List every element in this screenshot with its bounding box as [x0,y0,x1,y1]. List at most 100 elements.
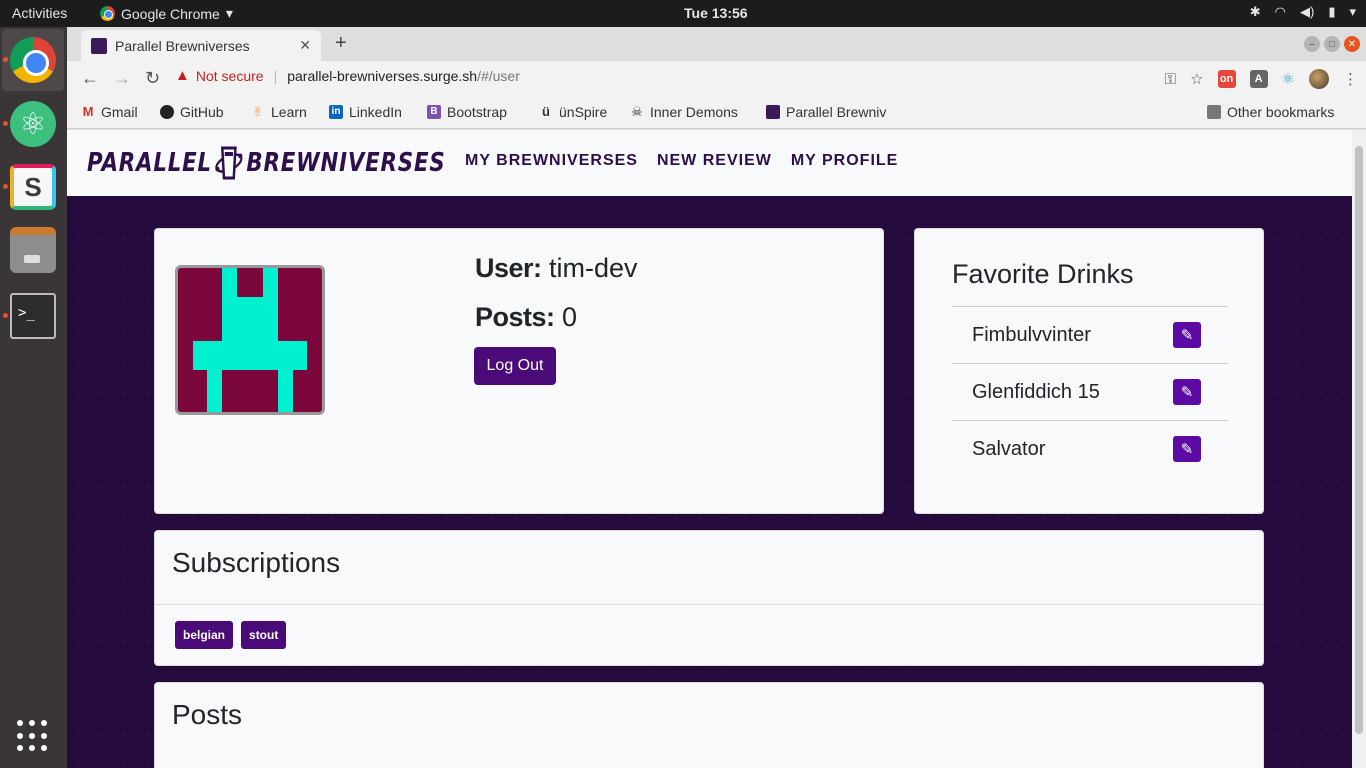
page-viewport: PARALLEL BREWNIVERSES MY BREWNIVERSES NE… [67,130,1352,768]
reload-icon[interactable]: ↻ [145,68,160,89]
gmail-icon: M [82,104,94,119]
logo-text-left: PARALLEL [87,148,212,178]
edit-icon[interactable]: ✎ [1173,322,1201,348]
terminal-app-icon[interactable]: >_ [10,293,56,339]
beer-glass-icon [215,144,243,182]
system-tray[interactable]: ✱ ◠ ◀) ▮ ▾ [1250,4,1356,20]
maximize-button[interactable]: □ [1324,36,1340,52]
list-item: Fimbulvvinter ✎ [952,306,1228,363]
running-indicator [3,57,8,62]
favorites-title: Favorite Drinks [952,259,1134,289]
browser-toolbar: ← → ↻ ▲ Not secure | parallel-brewnivers… [67,61,1366,97]
bookmark-label: ünSpire [559,104,608,120]
running-indicator [3,313,8,318]
bookmark-label: Learn [271,104,307,120]
tag-badge[interactable]: belgian [175,621,234,649]
list-item: Salvator ✎ [952,420,1228,477]
new-tab-button[interactable]: + [335,32,347,55]
key-icon[interactable]: ⚿ [1165,71,1176,88]
drink-name: Fimbulvvinter [972,323,1091,346]
running-indicator [3,184,8,189]
posts-count: 0 [562,302,578,332]
site-favicon-icon [91,37,107,54]
site-nav-links: MY BREWNIVERSES NEW REVIEW MY PROFILE [465,152,898,170]
site-logo[interactable]: PARALLEL BREWNIVERSES [87,144,446,182]
drink-name: Salvator [972,437,1046,460]
bookmark-label: Parallel Brewniv [786,104,887,120]
bookmark-learn[interactable]: ✌ Learn [251,104,307,120]
unspire-icon: ü [542,104,550,119]
extension-icon[interactable]: A [1249,70,1268,88]
user-card: User: tim-dev Posts: 0 Log Out [154,228,884,514]
site-favicon-icon [766,105,780,119]
edit-icon[interactable]: ✎ [1173,379,1201,405]
window-controls: – □ ✕ [1304,36,1360,52]
tag-badge[interactable]: stout [241,621,287,649]
page-scrollbar[interactable] [1352,130,1366,768]
url-path: /#/user [477,67,520,84]
tab-title: Parallel Brewniverses [115,37,250,54]
bookmark-unspire[interactable]: ü ünSpire [539,104,607,120]
bookmark-parallel-brewniverses[interactable]: Parallel Brewniv [766,104,901,120]
bookmark-label: Inner Demons [650,104,738,120]
nav-my-brewniverses[interactable]: MY BREWNIVERSES [465,152,638,170]
show-apps-icon[interactable] [10,713,56,759]
minimize-button[interactable]: – [1304,36,1320,52]
extension-puzzle-icon[interactable]: ✱ [1250,4,1261,20]
other-bookmarks[interactable]: Other bookmarks [1207,104,1334,120]
dock: ⚛ S >_ [0,27,67,768]
list-item: Glenfiddich 15 ✎ [952,363,1228,420]
scrollbar-thumb[interactable] [1355,146,1363,734]
forward-icon[interactable]: → [113,68,131,89]
edit-icon[interactable]: ✎ [1173,436,1201,462]
bookmark-label: Gmail [101,104,138,120]
battery-icon: ▮ [1328,4,1336,19]
bookmark-github[interactable]: GitHub [160,104,224,120]
clock[interactable]: Tue 13:56 [684,5,748,21]
browser-window: Parallel Brewniverses ✕ + – □ ✕ ← → ↻ ▲ … [67,27,1366,768]
tab-strip: Parallel Brewniverses ✕ + – □ ✕ [67,27,1366,61]
atom-app-icon[interactable]: ⚛ [10,101,56,147]
posts-title: Posts [172,699,243,730]
browser-tab[interactable]: Parallel Brewniverses ✕ [81,30,321,61]
favorite-drinks-card: Favorite Drinks Fimbulvvinter ✎ Glenfidd… [914,228,1264,514]
chevron-down-icon: ▾ [1349,4,1356,19]
logout-button[interactable]: Log Out [474,347,556,385]
bookmark-bootstrap[interactable]: B Bootstrap [427,104,507,120]
nav-my-profile[interactable]: MY PROFILE [791,152,899,170]
folder-icon [1207,105,1221,119]
star-icon[interactable]: ☆ [1190,70,1203,88]
chrome-icon [100,6,115,21]
address-bar[interactable]: ▲ Not secure | parallel-brewniverses.sur… [175,67,520,84]
app-menu[interactable]: Google Chrome ▾ [100,5,233,22]
files-app-icon[interactable] [10,227,56,273]
url-host: parallel-brewniverses.surge.sh [287,67,478,84]
react-devtools-icon[interactable]: ⚛ [1282,70,1295,88]
system-top-bar: Activities Google Chrome ▾ Tue 13:56 ✱ ◠… [0,0,1366,27]
nav-new-review[interactable]: NEW REVIEW [657,152,772,170]
linkedin-icon: in [329,105,343,119]
logo-text-right: BREWNIVERSES [246,148,446,178]
divider: | [273,67,278,84]
menu-icon[interactable]: ⋮ [1343,70,1358,88]
close-window-button[interactable]: ✕ [1344,36,1360,52]
slack-app-icon[interactable]: S [10,164,56,210]
chrome-app-icon[interactable] [10,37,56,83]
activities-button[interactable]: Activities [12,5,67,21]
running-indicator [3,121,8,126]
bookmark-gmail[interactable]: M Gmail [81,104,138,120]
bookmark-inner-demons[interactable]: ☠ Inner Demons [630,104,738,120]
bookmarks-bar: M Gmail GitHub ✌ Learn in LinkedIn B Boo… [67,97,1366,129]
other-bookmarks-label: Other bookmarks [1227,104,1335,120]
bootstrap-icon: B [427,105,441,119]
extension-icon[interactable]: on [1217,70,1236,88]
close-icon[interactable]: ✕ [299,37,311,54]
back-icon[interactable]: ← [81,68,99,89]
user-label: User: [475,253,542,283]
warning-icon: ▲ [175,67,190,84]
security-status[interactable]: Not secure [196,68,264,84]
learn-icon: ✌ [252,104,264,119]
posts-label: Posts: [475,302,555,332]
profile-avatar[interactable] [1309,69,1329,89]
bookmark-linkedin[interactable]: in LinkedIn [329,104,402,120]
